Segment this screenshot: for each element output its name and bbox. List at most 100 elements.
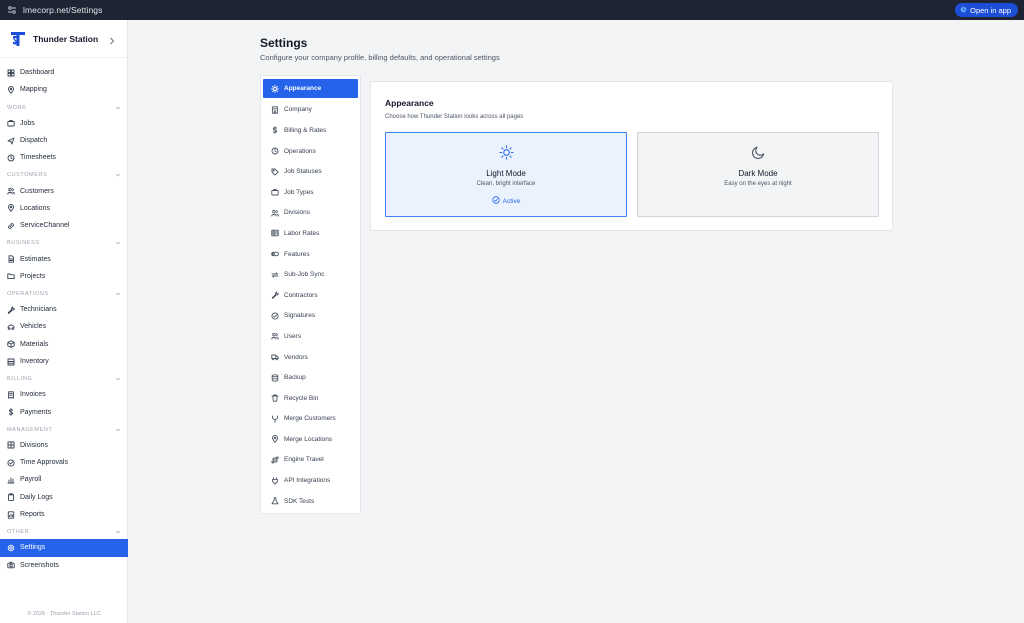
sidebar-section-label: BILLING [7, 376, 33, 383]
tag-icon [271, 168, 279, 176]
sidebar-section-business[interactable]: BUSINESS [0, 236, 128, 250]
settings-nav-api-integrations[interactable]: API Integrations [263, 470, 358, 491]
active-badge: Active [386, 196, 626, 206]
appearance-panel: Appearance Choose how Thunder Station lo… [370, 81, 893, 231]
sidebar-item-label: Customers [20, 187, 54, 195]
settings-nav-billing-rates[interactable]: Billing & Rates [263, 120, 358, 141]
dispatch-icon [7, 137, 15, 145]
sidebar-item-payroll[interactable]: Payroll [0, 471, 128, 488]
address-url[interactable]: lmecorp.net/Settings [23, 5, 102, 15]
sidebar-item-dispatch[interactable]: Dispatch [0, 132, 128, 149]
sidebar-item-projects[interactable]: Projects [0, 268, 128, 285]
building-icon [271, 106, 279, 114]
site-settings-icon[interactable] [6, 4, 18, 16]
sidebar-item-label: Jobs [20, 119, 35, 127]
sidebar-item-dashboard[interactable]: Dashboard [0, 64, 128, 81]
sidebar-item-label: Settings [20, 544, 46, 552]
users-icon [271, 332, 279, 340]
sidebar-section-label: MANAGEMENT [7, 426, 53, 433]
sidebar-item-label: Vehicles [20, 323, 47, 331]
sidebar-section-other[interactable]: OTHER [0, 525, 128, 539]
brand[interactable]: Thunder Station [0, 20, 127, 58]
sidebar-item-invoices[interactable]: Invoices [0, 386, 128, 403]
sidebar-item-label: Locations [20, 204, 50, 212]
check-circle-icon [491, 196, 500, 206]
sidebar-item-vehicles[interactable]: Vehicles [0, 318, 128, 335]
sidebar-item-label: Dispatch [20, 137, 48, 145]
sidebar-item-time-approvals[interactable]: Time Approvals [0, 454, 128, 471]
sidebar-item-materials[interactable]: Materials [0, 336, 128, 353]
sidebar-section-operations[interactable]: OPERATIONS [0, 287, 128, 301]
sidebar-item-jobs[interactable]: Jobs [0, 115, 128, 132]
settings-nav-labor-rates[interactable]: Labor Rates [263, 223, 358, 244]
settings-nav-signatures[interactable]: Signatures [263, 306, 358, 327]
settings-nav-recycle-bin[interactable]: Recycle Bin [263, 388, 358, 409]
sidebar-section-customers[interactable]: CUSTOMERS [0, 168, 128, 182]
briefcase-icon [271, 188, 279, 196]
sidebar-item-settings[interactable]: Settings [0, 539, 128, 557]
browser-bar: lmecorp.net/Settings Open in app [0, 0, 1024, 20]
open-in-app-button[interactable]: Open in app [955, 3, 1018, 17]
sidebar-item-daily-logs[interactable]: Daily Logs [0, 489, 128, 506]
dark-mode-desc: Easy on the eyes at night [724, 181, 792, 187]
settings-nav-company[interactable]: Company [263, 100, 358, 121]
settings-nav-merge-customers[interactable]: Merge Customers [263, 409, 358, 430]
sidebar-item-estimates[interactable]: Estimates [0, 250, 128, 267]
plug-icon [271, 476, 279, 485]
wrench-icon [271, 291, 279, 300]
check-circle-icon [271, 312, 279, 320]
settings-nav-contractors[interactable]: Contractors [263, 285, 358, 306]
settings-nav-sub-job-sync[interactable]: Sub-Job Sync [263, 264, 358, 285]
grid-icon [7, 441, 15, 449]
sidebar-item-label: Invoices [20, 391, 46, 399]
settings-nav-job-statuses[interactable]: Job Statuses [263, 161, 358, 182]
sidebar-item-payments[interactable]: Payments [0, 403, 128, 420]
link-icon [7, 222, 15, 230]
sidebar-item-customers[interactable]: Customers [0, 182, 128, 199]
light-mode-card[interactable]: Light Mode Clean, bright interface Activ… [385, 132, 627, 217]
table-icon [271, 229, 279, 237]
settings-nav-backup[interactable]: Backup [263, 367, 358, 388]
sidebar: Thunder Station Dashboard Mapping WORK Jo… [0, 20, 128, 623]
document-icon [7, 255, 15, 263]
dark-mode-card[interactable]: Dark Mode Easy on the eyes at night [637, 132, 879, 217]
sidebar-item-label: Dashboard [20, 69, 55, 77]
sun-icon [499, 145, 514, 160]
sidebar-section-work[interactable]: WORK [0, 101, 128, 115]
page-title: Settings [260, 36, 308, 50]
sidebar-item-label: Technicians [20, 306, 57, 314]
sidebar-item-locations[interactable]: Locations [0, 200, 128, 217]
sidebar-item-inventory[interactable]: Inventory [0, 353, 128, 370]
clock-icon [7, 154, 15, 162]
settings-nav-appearance[interactable]: Appearance [263, 79, 358, 98]
sidebar-item-servicechannel[interactable]: ServiceChannel [0, 217, 128, 234]
sidebar-item-label: Payroll [20, 476, 42, 484]
settings-nav-merge-locations[interactable]: Merge Locations [263, 429, 358, 450]
sidebar-item-screenshots[interactable]: Screenshots [0, 557, 128, 574]
sidebar-item-technicians[interactable]: Technicians [0, 301, 128, 318]
sidebar-item-timesheets[interactable]: Timesheets [0, 149, 128, 166]
settings-nav-sdk-tests[interactable]: SDK Tests [263, 491, 358, 512]
settings-nav-operations[interactable]: Operations [263, 141, 358, 162]
settings-nav-vendors[interactable]: Vendors [263, 347, 358, 368]
settings-nav-label: Vendors [284, 353, 308, 361]
settings-nav-features[interactable]: Features [263, 244, 358, 265]
sidebar-item-label: Reports [20, 511, 45, 519]
invoice-icon [7, 391, 15, 399]
sidebar-item-mapping[interactable]: Mapping [0, 81, 128, 98]
gear-icon [7, 544, 15, 552]
sidebar-section-billing[interactable]: BILLING [0, 372, 128, 386]
settings-nav-divisions[interactable]: Divisions [263, 203, 358, 224]
chevron-right-icon[interactable] [108, 33, 116, 45]
settings-nav-job-types[interactable]: Job Types [263, 182, 358, 203]
settings-nav-label: Job Types [284, 188, 314, 196]
settings-nav-label: Labor Rates [284, 229, 320, 237]
toggle-icon [271, 250, 279, 258]
sidebar-item-reports[interactable]: Reports [0, 506, 128, 523]
settings-nav-engine-travel[interactable]: Engine Travel [263, 450, 358, 471]
open-in-app-label: Open in app [970, 5, 1011, 15]
sidebar-section-management[interactable]: MANAGEMENT [0, 423, 128, 437]
sidebar-item-divisions[interactable]: Divisions [0, 437, 128, 454]
settings-nav-users[interactable]: Users [263, 326, 358, 347]
settings-nav-label: Merge Locations [284, 435, 333, 443]
